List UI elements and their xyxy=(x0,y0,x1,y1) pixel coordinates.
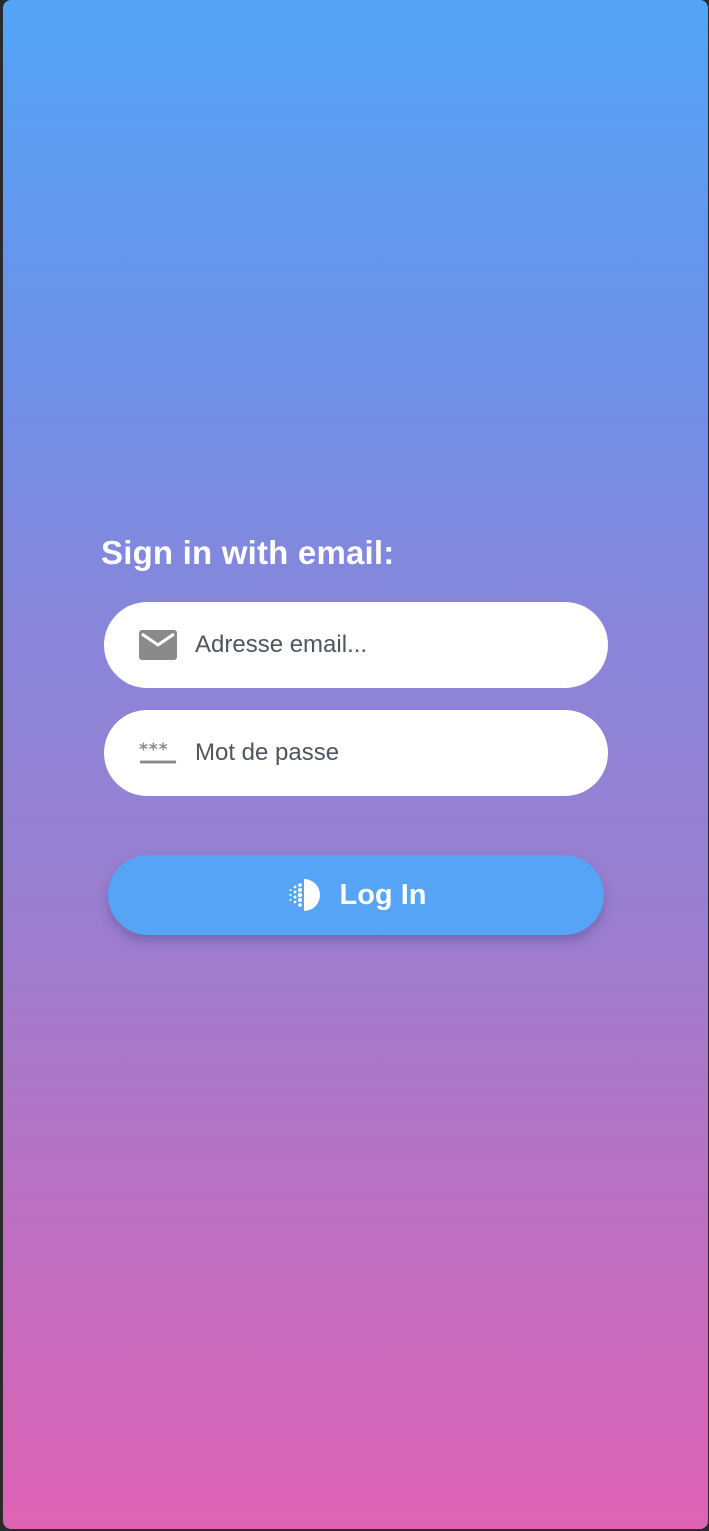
password-input[interactable] xyxy=(195,739,575,767)
login-button-label: Log In xyxy=(339,878,427,911)
login-button[interactable]: Log In xyxy=(108,855,604,935)
password-icon: *** xyxy=(139,736,177,770)
svg-text:***: *** xyxy=(139,740,169,760)
email-field-container[interactable] xyxy=(104,602,608,688)
login-screen: Sign in with email: *** xyxy=(3,0,708,1529)
email-input[interactable] xyxy=(195,631,575,659)
password-field-container[interactable]: *** xyxy=(104,710,608,796)
halftone-circle-icon xyxy=(286,877,322,913)
email-icon xyxy=(139,628,177,662)
sign-in-heading: Sign in with email: xyxy=(101,534,395,571)
